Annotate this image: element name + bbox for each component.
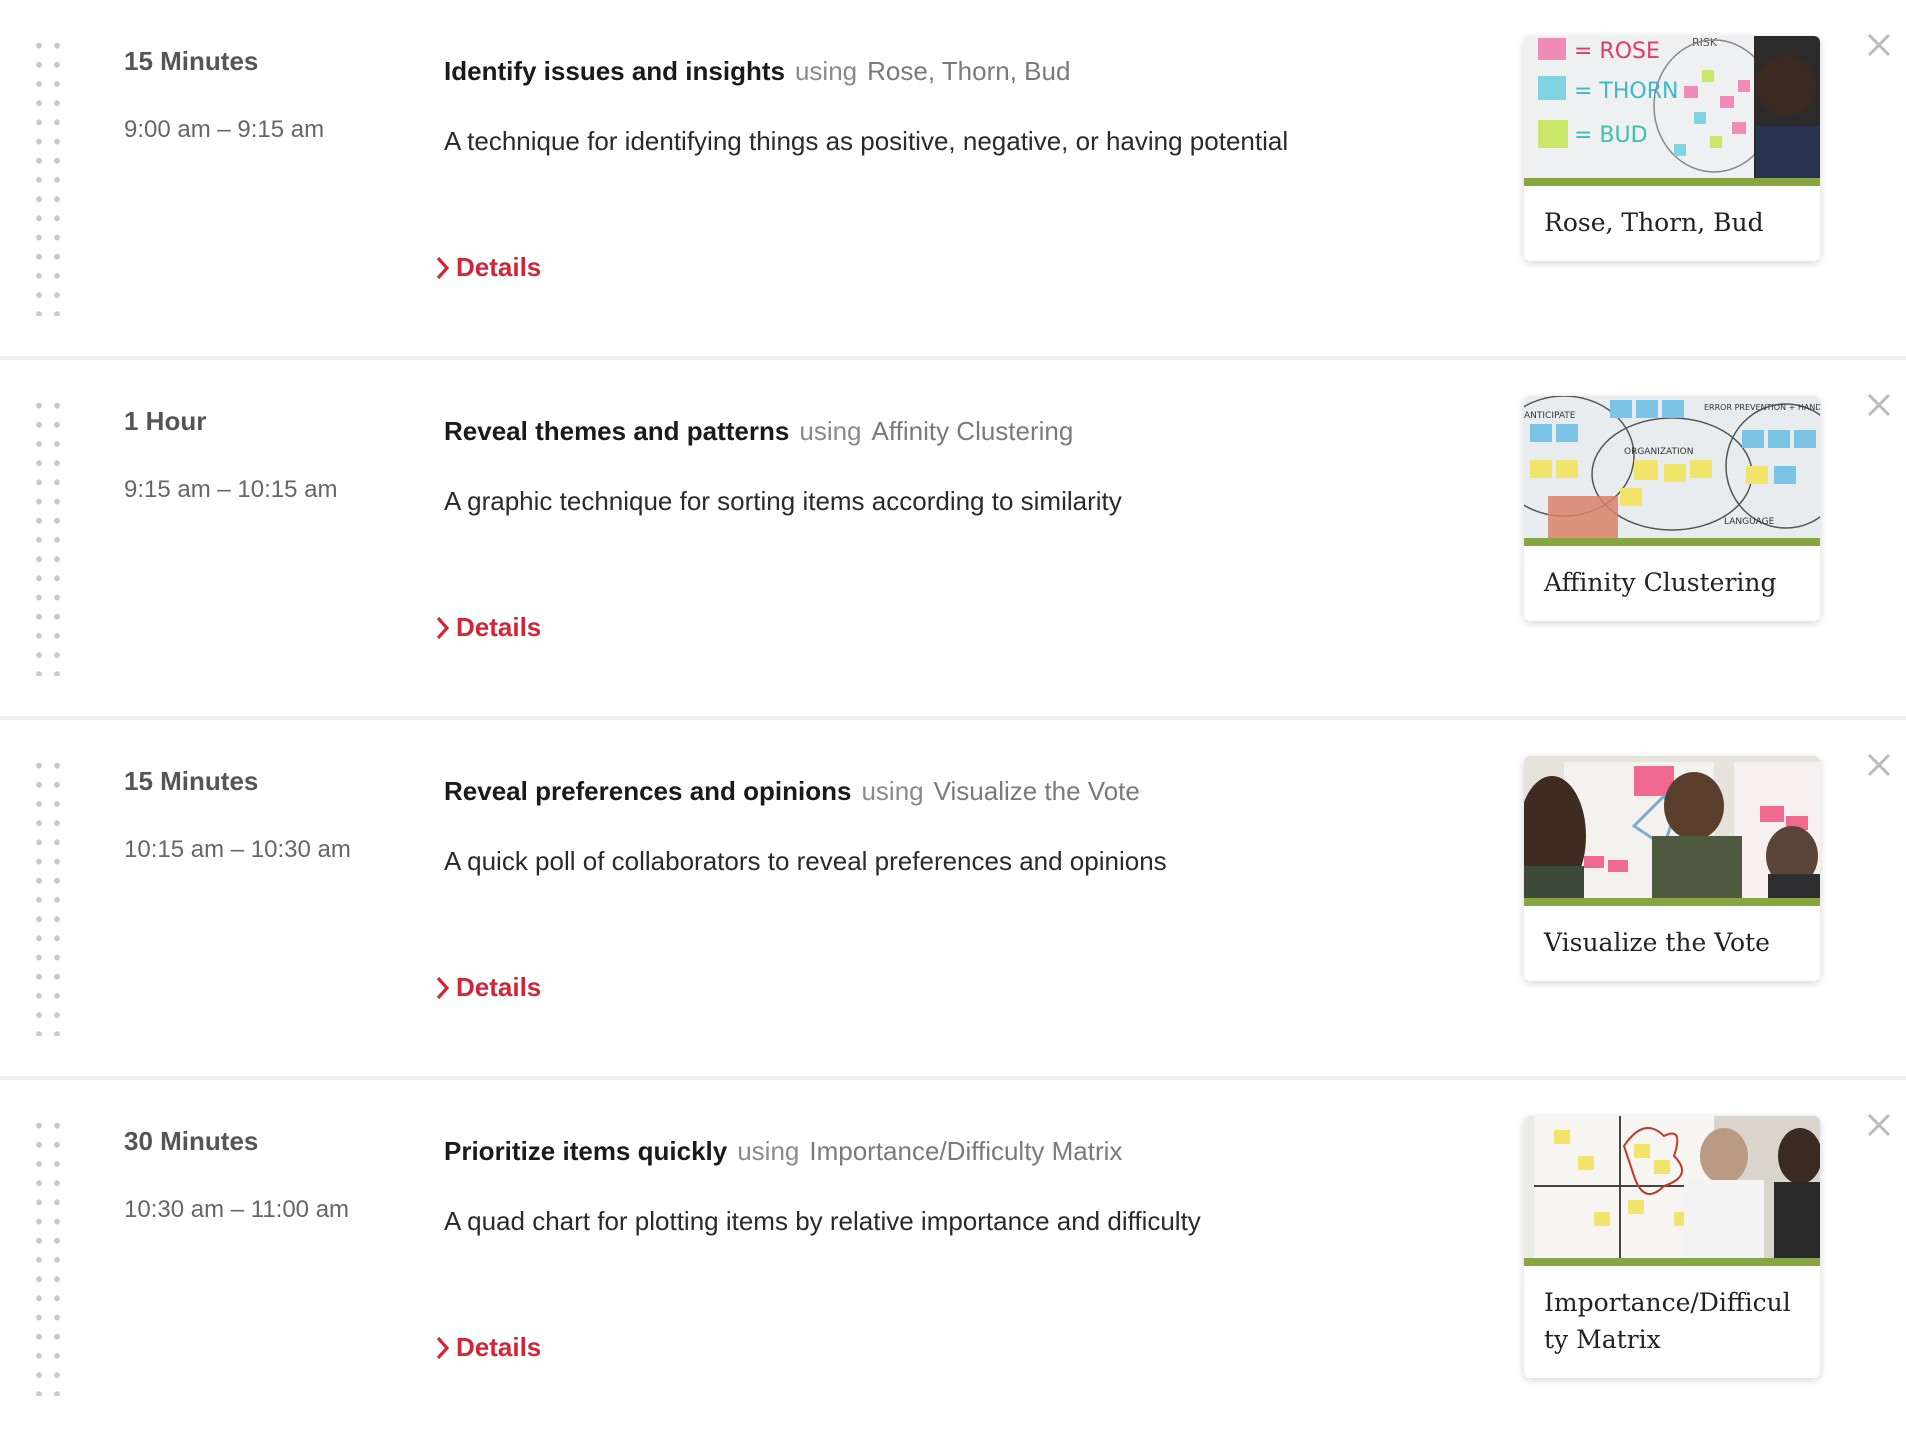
duration-label: 15 Minutes bbox=[124, 46, 259, 76]
method-name: Importance/Difficulty Matrix bbox=[809, 1136, 1123, 1166]
card-accent-stripe bbox=[1524, 538, 1820, 546]
drag-handle-icon[interactable] bbox=[30, 396, 60, 676]
card-accent-stripe bbox=[1524, 898, 1820, 906]
method-card-title: Rose, Thorn, Bud bbox=[1544, 208, 1764, 237]
method-card[interactable]: = ROSE = THORN = BUD RISK Rose, Thorn, B… bbox=[1524, 36, 1820, 261]
details-label: Details bbox=[456, 612, 542, 642]
drag-handle-icon[interactable] bbox=[30, 36, 60, 316]
method-card-title: Importance/Difficulty Matrix bbox=[1544, 1288, 1791, 1354]
details-label: Details bbox=[456, 972, 542, 1002]
agenda-item: 15 Minutes 10:15 am – 10:30 am Reveal pr… bbox=[0, 720, 1906, 1080]
error-label: ERROR PREVENTION + HANDLING bbox=[1704, 403, 1820, 412]
time-range: 10:15 am – 10:30 am bbox=[124, 836, 351, 863]
duration-label: 15 Minutes bbox=[124, 766, 259, 796]
agenda-item: 1 Hour 9:15 am – 10:15 am Reveal themes … bbox=[0, 360, 1906, 720]
method-card-title: Affinity Clustering bbox=[1544, 568, 1777, 597]
activity-headline: Reveal preferences and opinions using Visu… bbox=[444, 776, 1140, 807]
legend-bud: = BUD bbox=[1574, 123, 1648, 148]
anticipate-label: ANTICIPATE bbox=[1524, 411, 1576, 421]
method-card[interactable]: Importance/Difficulty Matrix bbox=[1524, 1116, 1820, 1378]
agenda-item: 30 Minutes 10:30 am – 11:00 am Prioritiz… bbox=[0, 1080, 1906, 1440]
using-label: using bbox=[799, 416, 862, 446]
using-label: using bbox=[737, 1136, 800, 1166]
activity-description: A technique for identifying things as po… bbox=[444, 126, 1289, 156]
duration-label: 30 Minutes bbox=[124, 1126, 259, 1156]
method-card-title: Visualize the Vote bbox=[1544, 928, 1770, 957]
chevron-right-icon bbox=[436, 256, 450, 279]
details-link[interactable]: Details bbox=[434, 252, 541, 283]
chevron-right-icon bbox=[436, 1336, 450, 1359]
method-card-image: ANTICIPATE ERROR PREVENTION + HANDLING O… bbox=[1524, 396, 1820, 538]
using-label: using bbox=[861, 776, 924, 806]
details-label: Details bbox=[456, 252, 542, 282]
activity-goal: Reveal preferences and opinions bbox=[444, 776, 852, 806]
activity-headline: Prioritize items quickly using Importance/… bbox=[444, 1136, 1122, 1167]
legend-thorn: = THORN bbox=[1574, 79, 1678, 104]
activity-headline: Reveal themes and patterns using Affinity … bbox=[444, 416, 1073, 447]
activity-goal: Prioritize items quickly bbox=[444, 1136, 728, 1166]
card-accent-stripe bbox=[1524, 178, 1820, 186]
language-label: LANGUAGE bbox=[1724, 517, 1775, 527]
drag-handle-icon[interactable] bbox=[30, 1116, 60, 1396]
activity-description: A quick poll of collaborators to reveal … bbox=[444, 846, 1167, 876]
details-label: Details bbox=[456, 1332, 542, 1362]
card-accent-stripe bbox=[1524, 1258, 1820, 1266]
activity-headline: Identify issues and insights using Rose, T… bbox=[444, 56, 1070, 87]
details-link[interactable]: Details bbox=[434, 972, 541, 1003]
close-icon[interactable] bbox=[1866, 392, 1892, 418]
organization-label: ORGANIZATION bbox=[1624, 447, 1693, 457]
chevron-right-icon bbox=[436, 976, 450, 999]
agenda-list: 15 Minutes 9:00 am – 9:15 am Identify is… bbox=[0, 0, 1906, 1440]
activity-goal: Identify issues and insights bbox=[444, 56, 785, 86]
time-range: 9:00 am – 9:15 am bbox=[124, 116, 325, 143]
close-icon[interactable] bbox=[1866, 32, 1892, 58]
method-name: Rose, Thorn, Bud bbox=[867, 56, 1071, 86]
activity-description: A graphic technique for sorting items ac… bbox=[444, 486, 1122, 516]
legend-rose: = ROSE bbox=[1574, 39, 1660, 64]
agenda-item: 15 Minutes 9:00 am – 9:15 am Identify is… bbox=[0, 0, 1906, 360]
close-icon[interactable] bbox=[1866, 752, 1892, 778]
time-range: 10:30 am – 11:00 am bbox=[124, 1196, 350, 1223]
close-icon[interactable] bbox=[1866, 1112, 1892, 1138]
drag-handle-icon[interactable] bbox=[30, 756, 60, 1036]
method-card-image: = ROSE = THORN = BUD RISK bbox=[1524, 36, 1820, 178]
activity-goal: Reveal themes and patterns bbox=[444, 416, 790, 446]
method-card[interactable]: Visualize the Vote bbox=[1524, 756, 1820, 981]
time-range: 9:15 am – 10:15 am bbox=[124, 476, 338, 503]
activity-description: A quad chart for plotting items by relat… bbox=[444, 1206, 1201, 1236]
chevron-right-icon bbox=[436, 616, 450, 639]
method-name: Visualize the Vote bbox=[933, 776, 1140, 806]
method-card-image bbox=[1524, 756, 1820, 898]
method-card[interactable]: ANTICIPATE ERROR PREVENTION + HANDLING O… bbox=[1524, 396, 1820, 621]
details-link[interactable]: Details bbox=[434, 1332, 541, 1363]
duration-label: 1 Hour bbox=[124, 406, 207, 436]
details-link[interactable]: Details bbox=[434, 612, 541, 643]
using-label: using bbox=[794, 56, 858, 86]
method-card-image bbox=[1524, 1116, 1820, 1258]
method-name: Affinity Clustering bbox=[871, 416, 1074, 446]
